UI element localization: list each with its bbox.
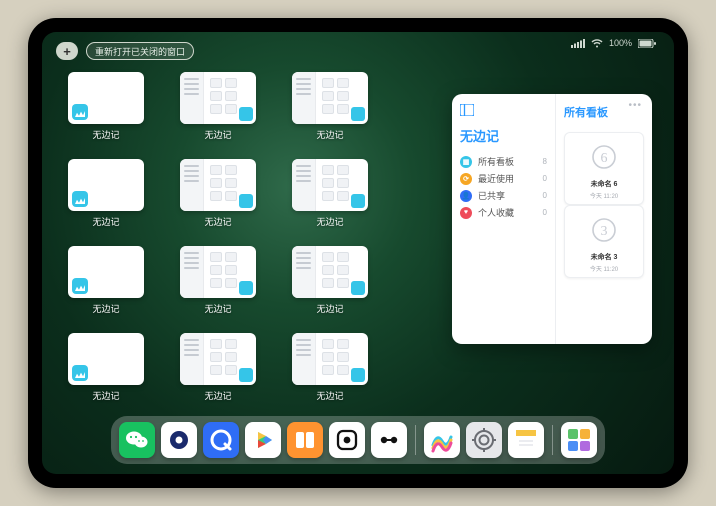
window-preview: [292, 159, 368, 211]
svg-text:6: 6: [601, 151, 608, 166]
sidebar-item-shared[interactable]: 👤 已共享 0: [460, 187, 547, 204]
window-label: 无边记: [204, 215, 231, 228]
window-thumb[interactable]: 无边记: [288, 333, 372, 402]
dock-app-freeform[interactable]: [424, 422, 460, 458]
window-thumb[interactable]: 无边记: [64, 333, 148, 402]
window-thumb[interactable]: 无边记: [288, 72, 372, 141]
window-label: 无边记: [204, 128, 231, 141]
panel-sidebar-title: 无边记: [460, 126, 547, 145]
window-grid: 无边记无边记无边记无边记无边记无边记无边记无边记无边记无边记无边记无边记: [64, 72, 444, 402]
dock-app-circle-q[interactable]: [203, 422, 239, 458]
panel-sidebar: 无边记 ▦ 所有看板 8 ⟳ 最近使用 0 👤 已共享 0 ♥ 个人收藏 0: [452, 94, 556, 344]
window-preview: [180, 72, 256, 124]
window-label: 无边记: [92, 128, 119, 141]
sidebar-item-count: 0: [543, 174, 547, 183]
sidebar-item-favorite[interactable]: ♥ 个人收藏 0: [460, 204, 547, 221]
window-thumb[interactable]: 无边记: [176, 72, 260, 141]
window-thumb[interactable]: 无边记: [288, 246, 372, 315]
dock-app-books[interactable]: [287, 422, 323, 458]
sidebar-item-label: 已共享: [478, 189, 505, 202]
window-preview: [68, 246, 144, 298]
window-thumb[interactable]: 无边记: [64, 246, 148, 315]
sidebar-item-count: 8: [543, 157, 547, 166]
sidebar-item-recent[interactable]: ⟳ 最近使用 0: [460, 170, 547, 187]
board-name: 未命名 6: [591, 179, 618, 189]
window-thumb[interactable]: 无边记: [176, 159, 260, 228]
battery-icon: [638, 39, 656, 48]
window-label: 无边记: [204, 389, 231, 402]
top-bar: + 重新打开已关闭的窗口: [56, 42, 194, 60]
board-time: 今天 11:20: [590, 264, 618, 273]
ipad-frame: 100% + 重新打开已关闭的窗口 无边记无边记无边记无边记无边记无边记无边记无…: [28, 18, 688, 488]
window-preview: [68, 72, 144, 124]
shared-icon: 👤: [460, 190, 472, 202]
window-label: 无边记: [316, 302, 343, 315]
window-preview: [180, 246, 256, 298]
window-thumb[interactable]: 无边记: [176, 246, 260, 315]
window-preview: [292, 72, 368, 124]
sidebar-toggle-icon[interactable]: [460, 104, 547, 116]
window-label: 无边记: [92, 215, 119, 228]
sidebar-item-all[interactable]: ▦ 所有看板 8: [460, 153, 547, 170]
favorite-icon: ♥: [460, 207, 472, 219]
window-label: 无边记: [316, 128, 343, 141]
panel-boards: 所有看板 6未命名 6今天 11:203未命名 3今天 11:20: [556, 94, 652, 344]
window-thumb[interactable]: 无边记: [288, 159, 372, 228]
dock: [111, 416, 605, 464]
window-preview: [68, 159, 144, 211]
board-card[interactable]: 3 未命名 3 今天 11:20: [564, 205, 644, 278]
sidebar-item-label: 最近使用: [478, 172, 514, 185]
window-label: 无边记: [316, 215, 343, 228]
window-thumb[interactable]: 无边记: [64, 159, 148, 228]
dock-separator: [415, 425, 416, 455]
battery-pct: 100%: [609, 38, 632, 48]
sidebar-item-label: 所有看板: [478, 155, 514, 168]
all-icon: ▦: [460, 156, 472, 168]
board-time: 今天 11:20: [590, 191, 618, 200]
sidebar-item-count: 0: [543, 191, 547, 200]
sidebar-item-count: 0: [543, 208, 547, 217]
recent-icon: ⟳: [460, 173, 472, 185]
ipad-screen: 100% + 重新打开已关闭的窗口 无边记无边记无边记无边记无边记无边记无边记无…: [42, 32, 674, 474]
dock-app-quark[interactable]: [161, 422, 197, 458]
dock-app-wechat[interactable]: [119, 422, 155, 458]
window-label: 无边记: [92, 389, 119, 402]
window-preview: [292, 246, 368, 298]
signal-icon: [571, 39, 585, 48]
window-preview: [180, 159, 256, 211]
board-preview: 3: [574, 210, 634, 250]
freeform-panel[interactable]: ••• 无边记 ▦ 所有看板 8 ⟳ 最近使用 0 👤 已共享 0 ♥ 个人收藏 0 所有看板 6 未命…: [452, 94, 652, 344]
window-label: 无边记: [92, 302, 119, 315]
panel-more-icon[interactable]: •••: [628, 100, 642, 111]
board-card[interactable]: 6 未命名 6 今天 11:20: [564, 132, 644, 205]
window-preview: [292, 333, 368, 385]
sidebar-item-label: 个人收藏: [478, 206, 514, 219]
window-thumb[interactable]: 无边记: [64, 72, 148, 141]
window-thumb[interactable]: 无边记: [176, 333, 260, 402]
dock-app-folder[interactable]: [561, 422, 597, 458]
status-bar: 100%: [571, 38, 656, 48]
window-label: 无边记: [204, 302, 231, 315]
wifi-icon: [591, 39, 603, 48]
dock-app-play[interactable]: [245, 422, 281, 458]
window-preview: [68, 333, 144, 385]
svg-text:3: 3: [601, 224, 608, 239]
board-name: 未命名 3: [591, 252, 618, 262]
dock-app-notes[interactable]: [508, 422, 544, 458]
dock-app-connect[interactable]: [371, 422, 407, 458]
reopen-closed-window-button[interactable]: 重新打开已关闭的窗口: [86, 42, 194, 60]
new-window-button[interactable]: +: [56, 42, 78, 60]
board-preview: 6: [574, 137, 634, 177]
window-label: 无边记: [316, 389, 343, 402]
window-preview: [180, 333, 256, 385]
dock-app-dice[interactable]: [329, 422, 365, 458]
dock-app-settings[interactable]: [466, 422, 502, 458]
dock-separator: [552, 425, 553, 455]
